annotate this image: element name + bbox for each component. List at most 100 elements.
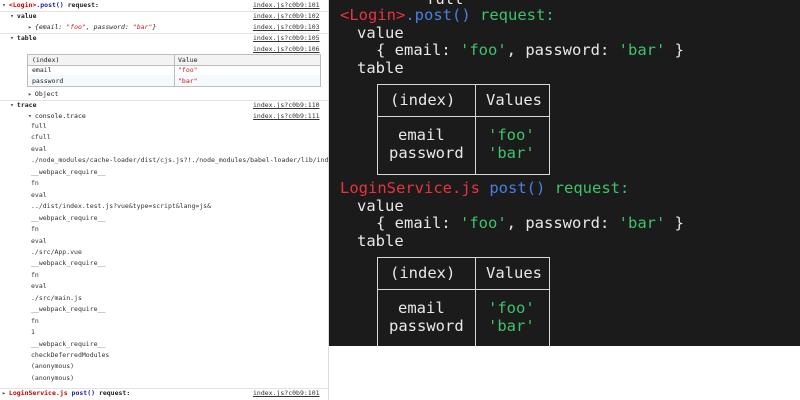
table-header-values: Values (486, 91, 542, 109)
stack-frame: fn (31, 179, 39, 188)
object-key-email: email: (38, 23, 67, 31)
stack-frame: ./node_modules/cache-loader/dist/cjs.js?… (31, 156, 328, 165)
object-key-password: password: (525, 41, 619, 59)
object-brace: } (665, 214, 685, 232)
source-link[interactable]: index.js?c0b9:101 (253, 388, 320, 399)
expand-triangle-icon[interactable]: ▸ (28, 23, 32, 31)
stack-frame: __webpack_require__ (31, 167, 106, 176)
stack-frame: 1 (31, 328, 35, 337)
object-brace: } (152, 23, 157, 31)
stack-frame: __webpack_require__ (31, 259, 106, 268)
object-key-email: email: (394, 41, 460, 59)
object-key-password: password: (525, 214, 619, 232)
group-label-table: table (16, 34, 37, 42)
stack-frame: ../dist/index.test.js?vue&type=script&la… (31, 202, 212, 211)
table-column-divider (174, 55, 175, 86)
stack-frame: checkDeferredModules (31, 351, 110, 359)
source-link[interactable]: index.js?c0b9:101 (253, 0, 320, 11)
table-header-divider (378, 289, 549, 290)
object-separator: , (506, 214, 526, 232)
terminal-object-line: { email: 'foo', password: 'bar' } (376, 40, 684, 60)
table-header-divider (378, 116, 549, 117)
table-cell-index: password (32, 77, 64, 85)
terminal-table: (index) Values email 'foo' password 'bar… (377, 257, 550, 346)
log-group-header-service[interactable]: ▸ LoginService.js post() request: index.j… (0, 388, 328, 399)
object-key-password: password: (93, 23, 133, 31)
object-brace: { (376, 214, 395, 232)
stack-frame: ./src/main.js (31, 293, 82, 302)
table-header-value[interactable]: Value (178, 55, 198, 65)
terminal-object-line: { email: 'foo', password: 'bar' } (376, 213, 684, 233)
log-method-label: .post() (36, 1, 64, 9)
table-cell-value: 'bar' (488, 317, 535, 335)
table-cell-value: "foo" (178, 66, 198, 74)
group-label-trace: trace (16, 101, 37, 109)
stack-frame: __webpack_require__ (31, 213, 106, 222)
console-trace-header[interactable]: ▾ console.trace index.js?c0b9:111 (0, 111, 328, 122)
console-table: (index) Value email "foo" password "bar" (27, 54, 321, 87)
stack-frame: (anonymous) (31, 373, 75, 382)
table-column-divider (475, 258, 476, 346)
log-group-table[interactable]: ▾ table index.js?c0b9:105 (0, 33, 328, 44)
terminal-method-label: post() (489, 179, 546, 197)
source-link[interactable]: index.js?c0b9:111 (253, 111, 320, 122)
blank-area (329, 346, 800, 400)
terminal-request-header-service: LoginService.js post() request: (340, 178, 629, 198)
devtools-console: ▾ <Login>.post() request: index.js?c0b9:1… (0, 0, 328, 400)
log-object-preview[interactable]: ▸ {email: "foo", password: "bar"} index.j… (0, 22, 328, 33)
source-link[interactable]: index.js?c0b9:105 (253, 33, 320, 44)
table-header-index: (index) (390, 91, 456, 109)
stack-frame: fn (31, 316, 39, 325)
collapse-triangle-icon[interactable]: ▾ (10, 12, 14, 20)
stack-frame: eval (31, 190, 47, 199)
table-cell-index: password (389, 317, 464, 335)
log-method-label: post() (71, 389, 96, 397)
stack-frame: (anonymous) (31, 362, 75, 371)
object-label: Object (34, 90, 59, 98)
terminal-table-label: table (357, 232, 404, 250)
expand-triangle-icon[interactable]: ▸ (2, 389, 6, 397)
table-cell-value: "bar" (178, 77, 198, 85)
terminal-component-label: <Login> (340, 6, 406, 24)
terminal-table-label: table (357, 59, 404, 77)
log-service-label: LoginService.js (8, 389, 68, 397)
expand-triangle-icon[interactable]: ▸ (28, 90, 32, 98)
log-group-value[interactable]: ▾ value index.js?c0b9:102 (0, 11, 328, 22)
terminal-service-label: LoginService.js (340, 179, 480, 197)
source-link[interactable]: index.js?c0b9:110 (253, 100, 320, 111)
log-request-label: request: (95, 389, 131, 397)
table-header-index[interactable]: (index) (32, 55, 59, 65)
terminal-request-label: request: (470, 6, 555, 24)
stack-frame: eval (31, 144, 47, 153)
object-value-password: 'bar' (618, 214, 666, 232)
terminal-output: full <Login>.post() request: value { ema… (329, 0, 800, 346)
stack-frame: eval (31, 236, 47, 245)
object-brace: { (376, 41, 395, 59)
log-object-row[interactable]: ▸ Object (0, 89, 328, 100)
collapse-triangle-icon[interactable]: ▾ (10, 34, 14, 42)
log-group-header-login[interactable]: ▾ <Login>.post() request: index.js?c0b9:1… (0, 0, 328, 11)
stack-frame: __webpack_require__ (31, 339, 106, 348)
collapse-triangle-icon[interactable]: ▾ (2, 1, 6, 9)
table-cell-index: email (398, 126, 445, 144)
source-link[interactable]: index.js?c0b9:102 (253, 11, 320, 22)
table-cell-index: email (398, 299, 445, 317)
stack-frame: eval (31, 282, 47, 291)
source-link[interactable]: index.js?c0b9:103 (253, 22, 320, 33)
table-cell-value: 'bar' (488, 144, 535, 162)
log-request-label: request: (63, 1, 99, 9)
collapse-triangle-icon[interactable]: ▾ (10, 101, 14, 109)
table-header-values: Values (486, 264, 542, 282)
group-label-value: value (16, 12, 37, 20)
collapse-triangle-icon[interactable]: ▾ (28, 112, 32, 120)
stack-frame: ./src/App.vue (31, 247, 82, 256)
table-cell-index: password (389, 144, 464, 162)
stack-frame: full (31, 122, 47, 130)
log-component-label: <Login> (8, 1, 37, 9)
log-group-trace[interactable]: ▾ trace index.js?c0b9:110 (0, 100, 328, 111)
stack-frame: fn (31, 270, 39, 279)
stack-frame: __webpack_require__ (31, 305, 106, 314)
object-value-email: 'foo' (460, 41, 507, 59)
object-separator: , (506, 41, 526, 59)
table-cell-value: 'foo' (488, 126, 535, 144)
